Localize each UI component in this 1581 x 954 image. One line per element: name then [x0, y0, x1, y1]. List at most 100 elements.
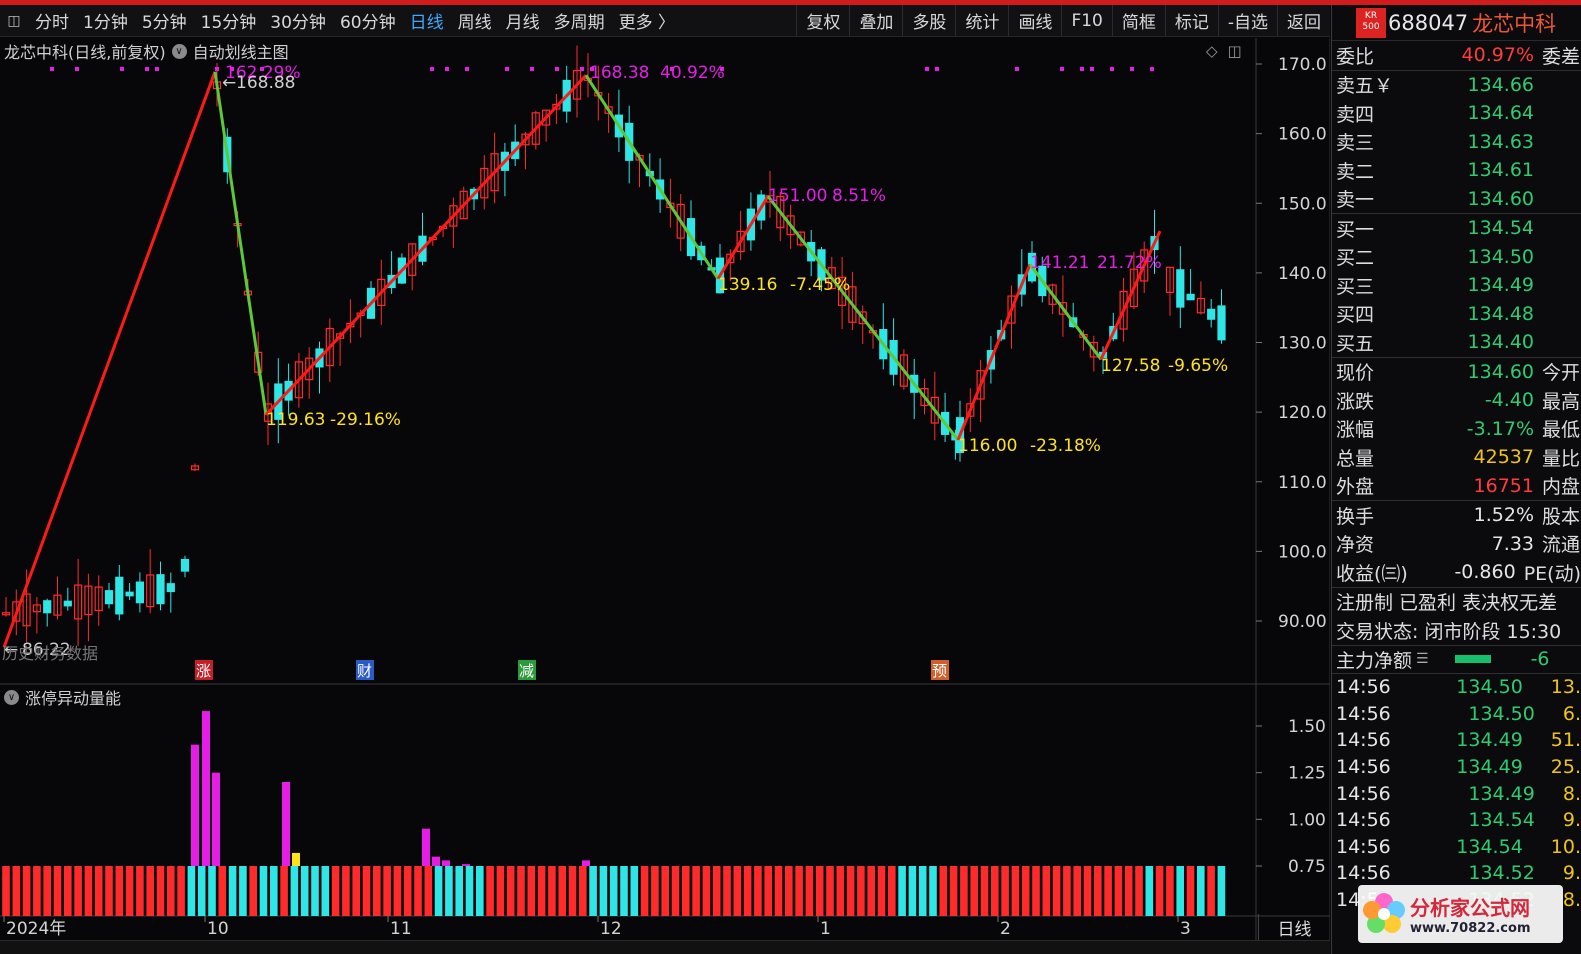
toolbar-button-6[interactable]: 简框: [1111, 5, 1165, 36]
kline-chart[interactable]: 170.0 160.0 150.0 140.0 130.0 120.0 110.0 100.0…: [0, 38, 1330, 940]
volume-bar-down: [898, 866, 906, 916]
indicator-settings-icon[interactable]: ∨: [171, 43, 187, 59]
tick-time: 14:56: [1336, 809, 1391, 832]
bid-row[interactable]: 买三 134.49: [1332, 271, 1581, 300]
tick-time: 14:56: [1336, 756, 1391, 779]
period-tab-1[interactable]: 1分钟: [76, 5, 135, 36]
ask-label: 卖一: [1336, 189, 1375, 212]
ask-label: 卖四: [1336, 103, 1375, 126]
signal-dot: [215, 67, 219, 71]
stat-value: -0.860: [1454, 561, 1516, 584]
pivot-low-label: 139.16: [718, 275, 777, 295]
indicator2-settings-icon[interactable]: ∨: [4, 689, 19, 705]
diamond-icon[interactable]: ◇: [1206, 42, 1218, 60]
toolbar-button-5[interactable]: F10: [1061, 5, 1111, 36]
volume-bar-up: [640, 866, 649, 916]
ask-row[interactable]: 卖四 134.64: [1332, 99, 1581, 128]
bid-row[interactable]: 买四 134.48: [1332, 300, 1581, 329]
stat-row: 总量 42537 量比: [1332, 443, 1581, 472]
panel-toggle-icon[interactable]: ◫: [0, 5, 28, 36]
volume-bar-down: [630, 866, 639, 916]
ask-label: 卖二: [1336, 160, 1375, 183]
period-tab-0[interactable]: 分时: [28, 5, 76, 36]
ask-row[interactable]: 卖三 134.63: [1332, 128, 1581, 157]
pivot-change-label: 40.92%: [660, 63, 725, 83]
ask-row[interactable]: 卖一 134.60: [1332, 185, 1581, 214]
toolbar-button-7[interactable]: 标记: [1164, 5, 1218, 36]
ind-tick-label: 1.50: [1288, 717, 1326, 737]
ind-tick-label: 0.75: [1288, 857, 1326, 877]
ask-row[interactable]: 卖二 134.61: [1332, 156, 1581, 185]
stat-row: 涨幅 -3.17% 最低: [1332, 415, 1581, 444]
volume-bar-up: [1042, 866, 1051, 916]
indicator-name[interactable]: 自动划线主图: [193, 39, 289, 63]
stat-value: -3.17%: [1466, 417, 1534, 440]
ask-price: 134.64: [1467, 102, 1534, 125]
tick-row: 14:56 134.49 8.: [1332, 780, 1581, 807]
watermark-name: 分析家公式网: [1410, 896, 1530, 920]
tick-row: 14:56 134.49 51.: [1332, 727, 1581, 754]
period-tab-10[interactable]: 更多 〉: [612, 5, 682, 36]
toolbar-button-1[interactable]: 叠加: [849, 5, 902, 36]
indicator-spike-bar: [202, 711, 210, 866]
period-tab-7[interactable]: 周线: [451, 5, 499, 36]
period-tab-5[interactable]: 60分钟: [333, 5, 403, 36]
bid-label: 买一: [1336, 218, 1375, 241]
bid-price: 134.49: [1467, 274, 1534, 297]
weibi-value: 40.97%: [1461, 44, 1534, 67]
toolbar-button-9[interactable]: 返回: [1277, 5, 1330, 36]
volume-bar-up: [84, 866, 93, 916]
indicator2-name[interactable]: 涨停异动量能: [25, 685, 121, 709]
stock-name[interactable]: 龙芯中科: [1472, 8, 1556, 38]
stat-ext-label: PE(动): [1523, 562, 1581, 585]
chart-title-bar: 龙芯中科(日线,前复权) ∨ 自动划线主图: [4, 40, 289, 62]
candle-body: [125, 591, 134, 597]
volume-bar-down: [599, 866, 608, 916]
signal-dot: [260, 67, 264, 71]
signal-dot: [445, 67, 449, 71]
bid-row[interactable]: 买二 134.50: [1332, 243, 1581, 272]
volume-bar-up: [496, 866, 505, 916]
toolbar-button-3[interactable]: 统计: [955, 5, 1008, 36]
toolbar-button-0[interactable]: 复权: [796, 5, 849, 36]
window-toggle-icon[interactable]: ◫: [1228, 42, 1242, 60]
stat-ext-label: 流通: [1542, 534, 1581, 557]
signal-dot: [1060, 67, 1064, 71]
volume-bar-up: [1186, 866, 1195, 916]
period-label[interactable]: 日线: [1258, 914, 1330, 940]
period-tab-3[interactable]: 15分钟: [194, 5, 264, 36]
tick-volume: 9.: [1562, 809, 1581, 832]
stock-code[interactable]: 688047: [1388, 11, 1468, 35]
period-tab-4[interactable]: 30分钟: [263, 5, 333, 36]
volume-bar-up: [1155, 866, 1164, 916]
financial-data-label[interactable]: 历史财务数据: [2, 640, 98, 664]
candle-body: [156, 574, 165, 605]
period-tab-6[interactable]: 日线: [403, 5, 451, 36]
bid-row[interactable]: 买一 134.54: [1332, 214, 1581, 243]
ask-price: 134.61: [1467, 159, 1534, 182]
volume-bar-down: [300, 866, 309, 916]
period-tab-2[interactable]: 5分钟: [135, 5, 194, 36]
quote-header: KR 500 688047 龙芯中科: [1332, 5, 1581, 41]
stat-label: 涨跌: [1336, 390, 1375, 413]
ask-row[interactable]: 卖五￥ 134.66: [1332, 71, 1581, 100]
volume-bar-up: [754, 866, 762, 916]
bid-row[interactable]: 买五 134.40: [1332, 328, 1581, 357]
signal-dot: [430, 67, 434, 71]
volume-bar-down: [228, 866, 237, 916]
tick-volume: 10.: [1550, 835, 1581, 858]
volume-bar-up: [22, 866, 31, 916]
period-tab-8[interactable]: 月线: [499, 5, 547, 36]
volume-bar-up: [424, 866, 433, 916]
toolbar-button-8[interactable]: -自选: [1217, 5, 1277, 36]
volume-bar-up: [867, 866, 875, 916]
list-icon[interactable]: ☰: [1416, 651, 1429, 667]
toolbar-button-2[interactable]: 多股: [902, 5, 955, 36]
period-tab-9[interactable]: 多周期: [547, 5, 612, 36]
toolbar-button-4[interactable]: 画线: [1008, 5, 1061, 36]
main-flow-row[interactable]: 主力净额 ☰ -6: [1332, 644, 1581, 674]
signal-dot: [925, 67, 929, 71]
volume-bar-up: [167, 866, 175, 916]
pivot-high-label: 168.38: [590, 63, 649, 83]
volume-bar-down: [434, 866, 443, 916]
